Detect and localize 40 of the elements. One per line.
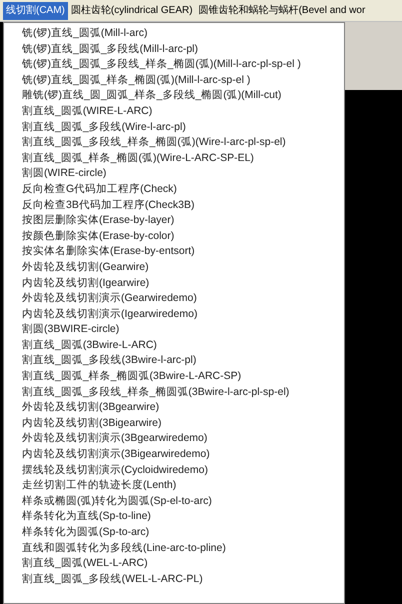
menu-item[interactable]: 割直线_圆弧_样条_椭圆(弧)(Wire-L-ARC-SP-EL) — [22, 150, 254, 166]
menu-item[interactable]: 割直线_圆弧_多段线(WEL-L-ARC-PL) — [22, 572, 203, 588]
menu-item[interactable]: 雕铣(锣)直线_圆_圆弧_样条_多段线_椭圆(弧)(Mill-cut) — [22, 88, 282, 104]
menu-tab[interactable]: 圆柱齿轮(cylindrical GEAR) — [68, 2, 196, 20]
menu-item[interactable]: 按实体名删除实体(Erase-by-entsort) — [22, 244, 195, 260]
menu-item[interactable]: 内齿轮及线切割(3Bigearwire) — [22, 416, 162, 432]
menu-item[interactable]: 内齿轮及线切割演示(3Bigearwiredemo) — [22, 447, 210, 463]
menu-item[interactable]: 样条转化为直线(Sp-to-line) — [22, 509, 151, 525]
menu-item[interactable]: 割直线_圆弧_样条_椭圆弧(3Bwire-L-ARC-SP) — [22, 369, 242, 385]
menu-item[interactable]: 样条转化为圆弧(Sp-to-arc) — [22, 525, 150, 541]
menu-item[interactable]: 割直线_圆弧_多段线_样条_椭圆弧(3Bwire-l-arc-pl-sp-el) — [22, 384, 290, 400]
menu-item[interactable]: 外齿轮及线切割演示(3Bgearwiredemo) — [22, 431, 208, 448]
menu-item[interactable]: 走丝切割工件的轨迹长度(Lenth) — [22, 478, 176, 494]
menu-item[interactable]: 外齿轮及线切割(3Bgearwire) — [22, 400, 160, 416]
menu-item[interactable]: 铣(锣)直线_圆弧(Mill-l-arc) — [22, 26, 148, 42]
menu-item[interactable]: 割圆(WIRE-circle) — [22, 166, 106, 182]
menu-tab[interactable]: 线切割(CAM) — [3, 2, 68, 20]
menu-item[interactable]: 割直线_圆弧(3Bwire-L-ARC) — [22, 338, 157, 354]
menu-tab[interactable]: 圆锥齿轮和蜗轮与蜗杆(Bevel and wor — [196, 2, 368, 20]
toolbar-area — [345, 22, 402, 90]
menu-item[interactable]: 按图层删除实体(Erase-by-layer) — [22, 213, 174, 229]
menu-item[interactable]: 内齿轮及线切割演示(Igearwiredemo) — [22, 306, 198, 322]
menu-item[interactable]: 割直线_圆弧_多段线(3Bwire-l-arc-pl) — [22, 353, 196, 370]
menu-item[interactable]: 样条或椭圆(弧)转化为圆弧(Sp-el-to-arc) — [22, 494, 212, 510]
menu-item[interactable]: 割直线_圆弧_多段线_样条_椭圆(弧)(Wire-l-arc-pl-sp-el) — [22, 135, 286, 151]
menu-item[interactable]: 铣(锣)直线_圆弧_多段线(Mill-l-arc-pl) — [22, 42, 198, 58]
menu-item[interactable]: 割直线_圆弧(WIRE-L-ARC) — [22, 104, 152, 120]
menu-item[interactable]: 割直线_圆弧_多段线(Wire-l-arc-pl) — [22, 120, 186, 136]
menu-item[interactable]: 按颜色删除实体(Erase-by-color) — [22, 228, 174, 244]
menu-item[interactable]: 铣(锣)直线_圆弧_多段线_样条_椭圆(弧)(Mill-l-arc-pl-sp-el ) — [22, 57, 301, 73]
menu-item[interactable]: 反向检查G代码加工程序(Check) — [22, 182, 177, 198]
menu-item[interactable]: 外齿轮及线切割演示(Gearwiredemo) — [22, 291, 197, 307]
menu-item[interactable]: 直线和圆弧转化为多段线(Line-arc-to-pline) — [22, 540, 226, 556]
menu-item[interactable]: 割圆(3BWIRE-circle) — [22, 322, 120, 338]
menu-item[interactable]: 割直线_圆弧(WEL-L-ARC) — [22, 556, 148, 572]
menu-item[interactable]: 铣(锣)直线_圆弧_样条_椭圆(弧)(Mill-l-arc-sp-el ) — [22, 72, 250, 88]
menu-item[interactable]: 内齿轮及线切割(Igearwire) — [22, 276, 150, 292]
menu-item[interactable]: 反向检查3B代码加工程序(Check3B) — [22, 198, 194, 214]
menu-item[interactable]: 外齿轮及线切割(Gearwire) — [22, 260, 149, 276]
menu-item[interactable]: 摆线轮及线切割演示(Cycloidwiredemo) — [22, 462, 208, 478]
